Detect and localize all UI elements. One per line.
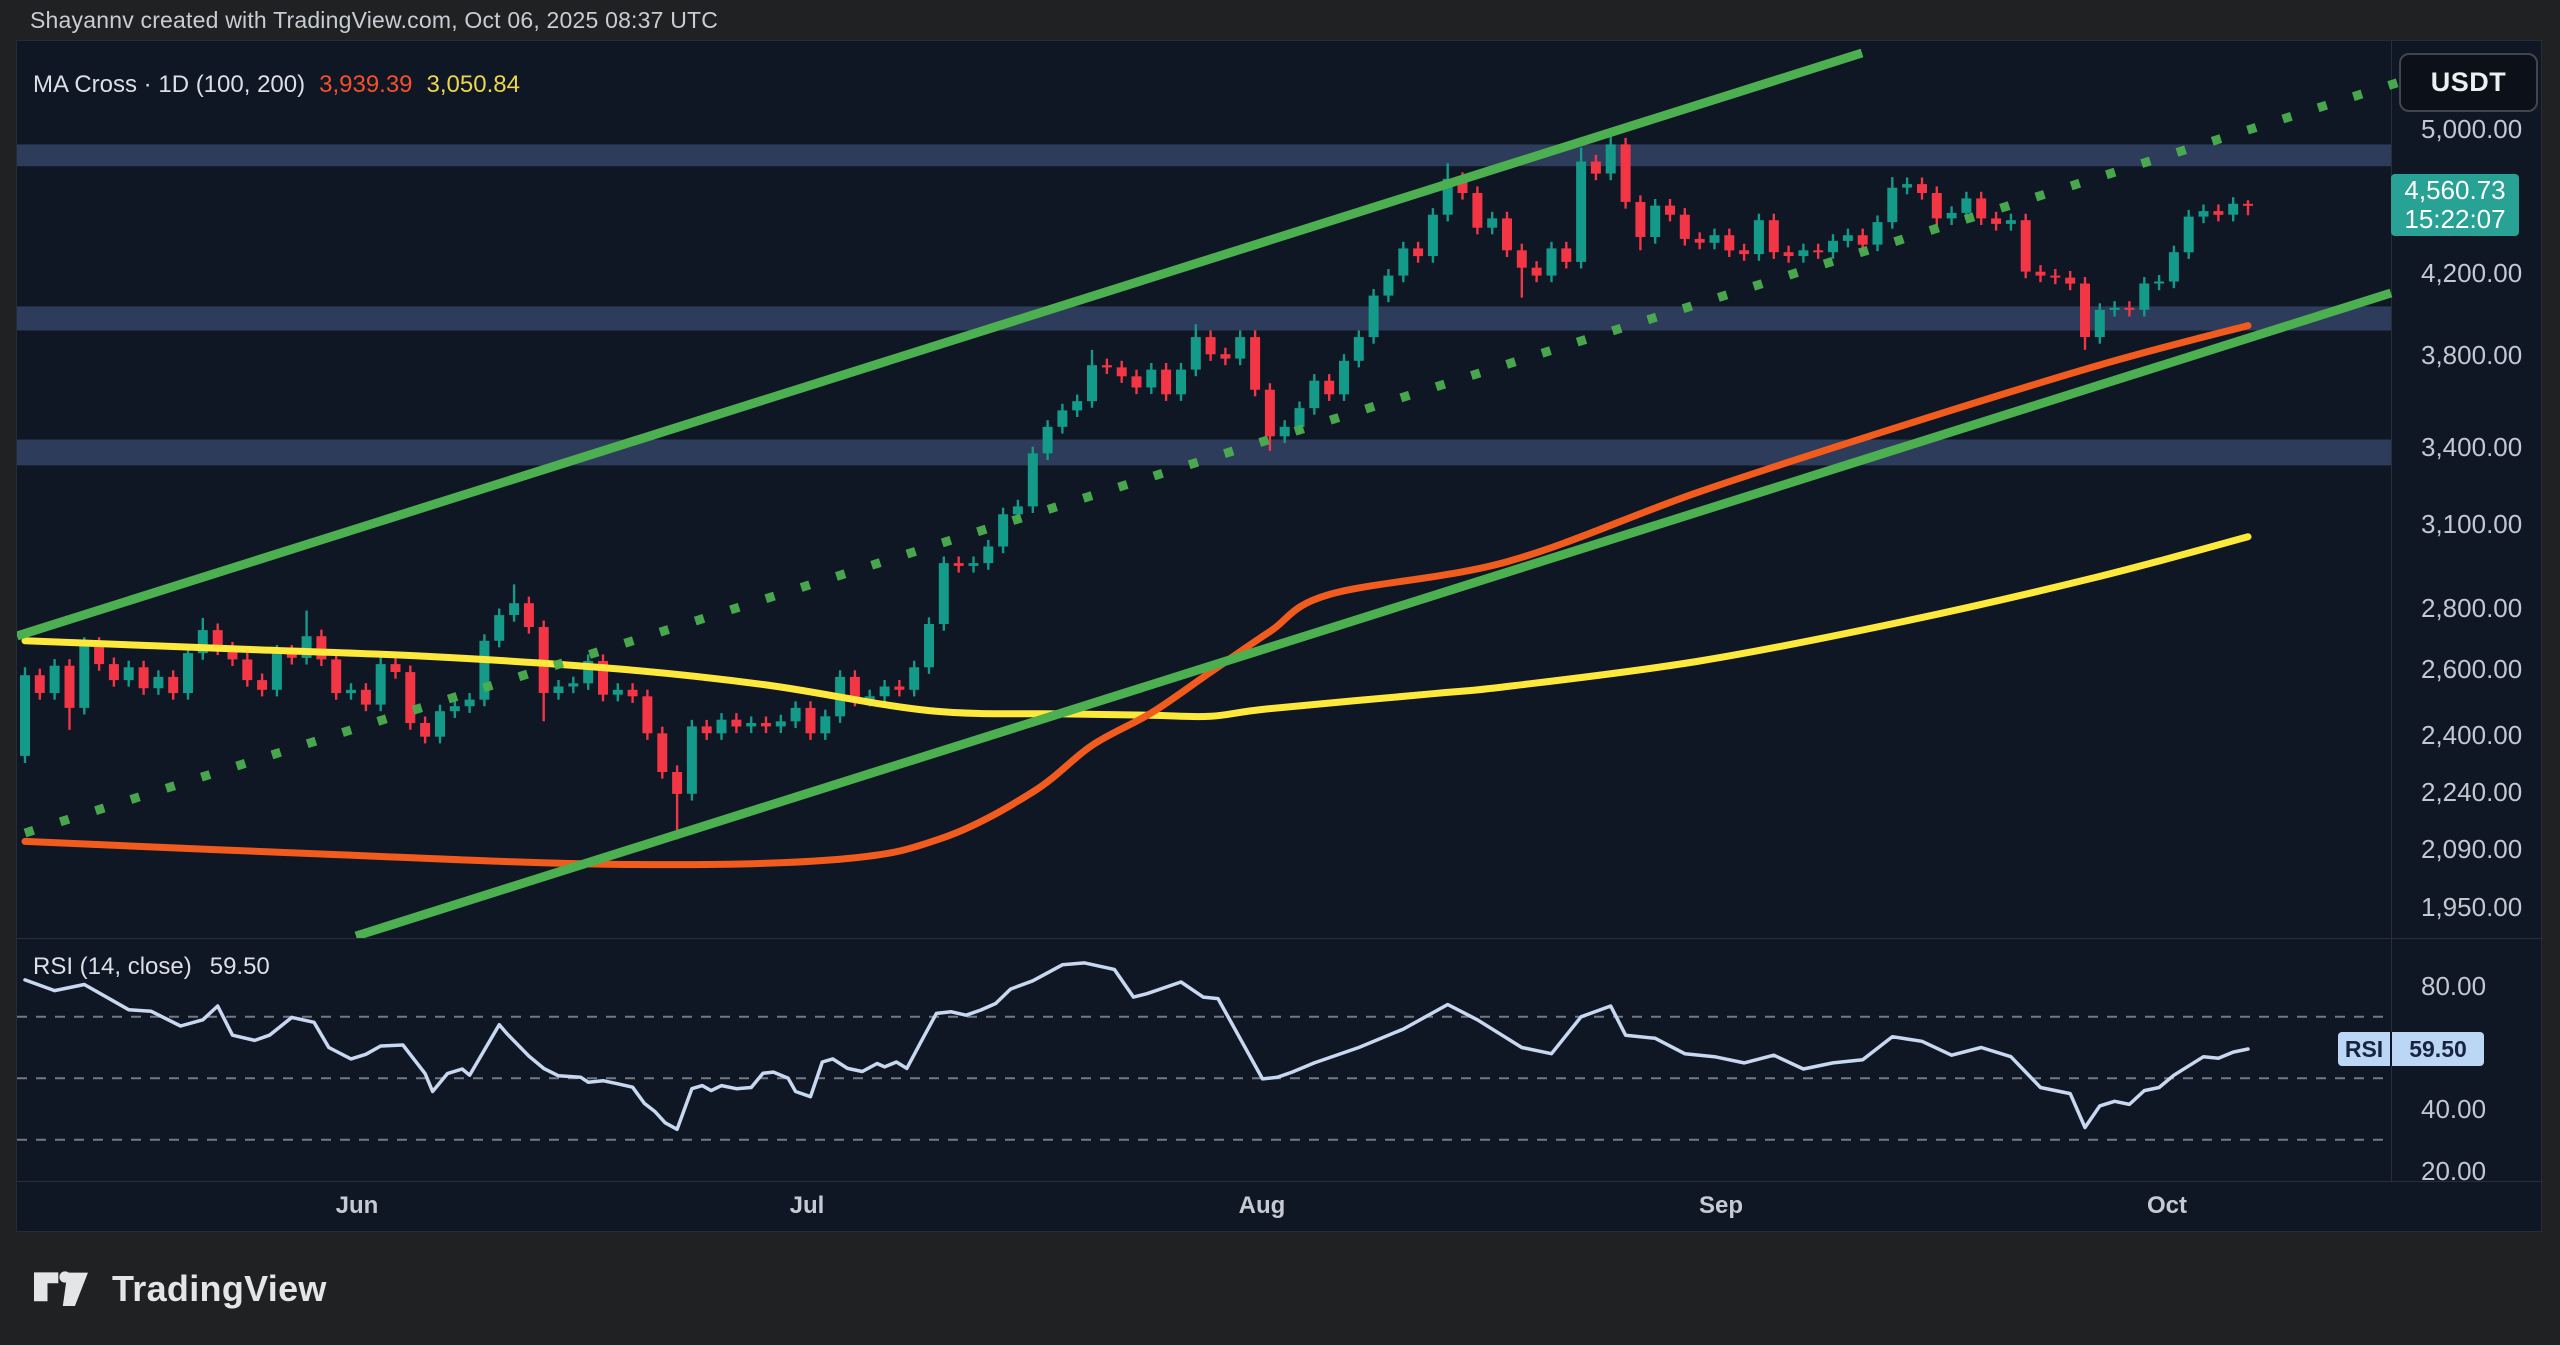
bar-countdown: 15:22:07 (2391, 205, 2519, 234)
price-tick-label: 2,400.00 (2391, 721, 2543, 749)
price-tick-label: 1,950.00 (2391, 893, 2543, 921)
rsi-legend-value: 59.50 (210, 953, 270, 981)
time-axis-divider (17, 1181, 2543, 1182)
price-tick-label: 5,000.00 (2391, 115, 2543, 143)
ma200-value: 3,050.84 (427, 71, 520, 99)
time-tick-oct: Oct (2147, 1181, 2187, 1233)
tradingview-logo-text[interactable]: TradingView (112, 1268, 327, 1310)
price-tick-label: 3,100.00 (2391, 510, 2543, 538)
rsi-tick-label: 80.00 (2391, 972, 2543, 1000)
last-price-badge: 4,560.73 15:22:07 (2391, 174, 2519, 236)
rsi-pane-canvas[interactable] (17, 938, 2391, 1181)
pane-divider[interactable] (17, 938, 2543, 939)
time-axis[interactable]: Jun Jul Aug Sep Oct (17, 1181, 2391, 1233)
last-price-value: 4,560.73 (2391, 176, 2519, 205)
time-tick-jul: Jul (790, 1181, 825, 1233)
time-tick-jun: Jun (336, 1181, 379, 1233)
tradingview-logo-icon[interactable] (34, 1267, 96, 1311)
ma-cross-legend-title: MA Cross · 1D (100, 200) (33, 71, 305, 99)
price-tick-label: 2,090.00 (2391, 835, 2543, 863)
currency-toggle-button[interactable]: USDT (2399, 53, 2538, 112)
price-tick-label: 2,800.00 (2391, 594, 2543, 622)
rsi-tick-label: 40.00 (2391, 1095, 2543, 1123)
ma-cross-legend[interactable]: MA Cross · 1D (100, 200) 3,939.39 3,050.… (33, 71, 520, 99)
price-tick-label: 3,400.00 (2391, 433, 2543, 461)
watermark-credit: Shayannv created with TradingView.com, O… (0, 0, 2560, 40)
rsi-value-badge: RSI 59.50 (2338, 1032, 2484, 1066)
rsi-legend[interactable]: RSI (14, close) 59.50 (33, 953, 270, 981)
chart-panel: MA Cross · 1D (100, 200) 3,939.39 3,050.… (16, 40, 2542, 1232)
rsi-badge-value: 59.50 (2392, 1032, 2484, 1066)
price-tick-label: 4,200.00 (2391, 259, 2543, 287)
price-tick-label: 2,240.00 (2391, 778, 2543, 806)
price-pane-canvas[interactable] (17, 41, 2543, 938)
rsi-badge-label: RSI (2338, 1032, 2392, 1066)
rsi-legend-title: RSI (14, close) (33, 953, 192, 981)
price-tick-label: 3,800.00 (2391, 341, 2543, 369)
footer-bar: TradingView (0, 1232, 2560, 1345)
ma100-value: 3,939.39 (319, 71, 412, 99)
time-tick-aug: Aug (1239, 1181, 1286, 1233)
time-tick-sep: Sep (1699, 1181, 1743, 1233)
price-tick-label: 2,600.00 (2391, 655, 2543, 683)
